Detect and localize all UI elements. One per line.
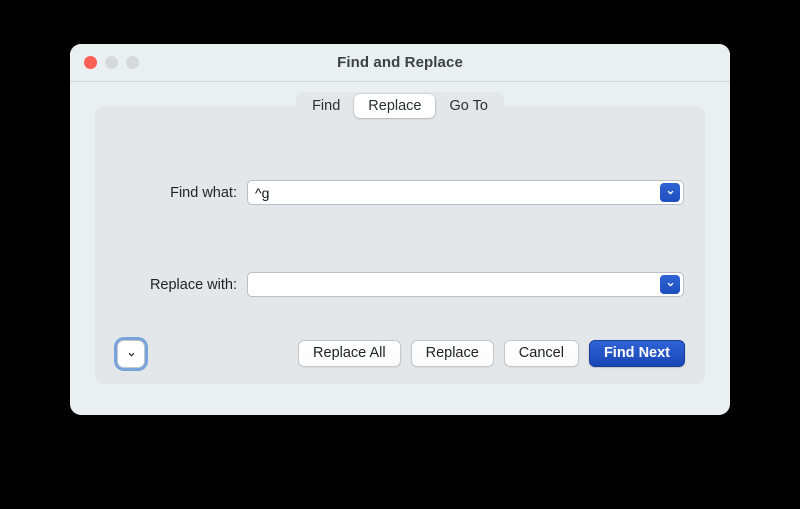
replace-with-label: Replace with: [149,276,237,293]
cancel-button[interactable]: Cancel [503,340,579,367]
tab-replace[interactable]: Replace [354,94,436,118]
find-what-label: Find what: [170,184,237,201]
chevron-down-icon [128,352,134,356]
replace-with-row: Replace with: [95,272,705,297]
window-title: Find and Replace [337,54,463,71]
chevron-down-icon [667,282,673,287]
replace-all-button[interactable]: Replace All [298,340,401,367]
replace-with-dropdown-button[interactable] [660,275,680,294]
tab-bar: Find Replace Go To [296,92,504,120]
action-button-row: Replace All Replace Cancel Find Next [298,340,685,367]
window-titlebar: Find and Replace [70,44,730,82]
screen-background: Find and Replace Find Replace Go To Find… [0,0,800,509]
find-and-replace-dialog: Find and Replace Find Replace Go To Find… [70,44,730,415]
find-what-input[interactable]: ^g [248,186,269,200]
find-what-row: Find what: ^g [95,180,705,205]
find-what-dropdown-button[interactable] [660,183,680,202]
tab-go-to[interactable]: Go To [435,94,501,118]
chevron-down-icon [667,190,673,195]
tab-find[interactable]: Find [298,94,354,118]
find-what-combo[interactable]: ^g [247,180,684,205]
expand-options-button[interactable] [117,340,145,368]
replace-button[interactable]: Replace [410,340,494,367]
replace-with-combo[interactable] [247,272,684,297]
find-next-button[interactable]: Find Next [588,340,685,367]
dialog-panel: Find Replace Go To Find what: ^g Replace… [95,92,705,384]
